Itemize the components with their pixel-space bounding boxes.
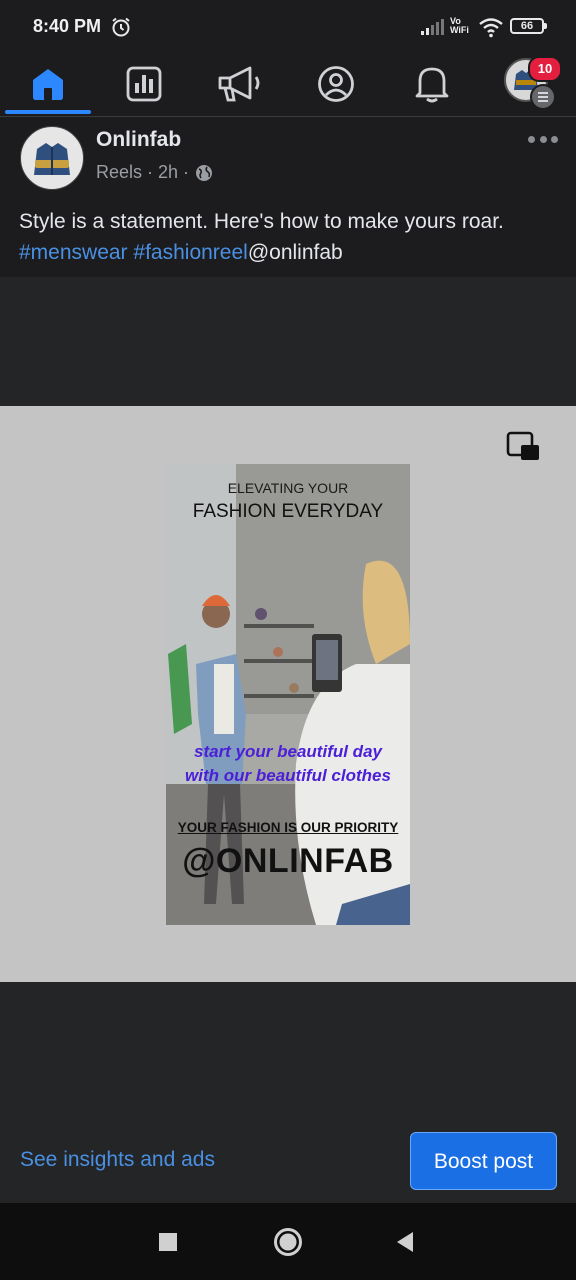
page-name[interactable]: Onlinfab: [96, 128, 181, 152]
recents-button[interactable]: [138, 1203, 198, 1280]
back-button[interactable]: [375, 1203, 435, 1280]
hashtag-fashionreel[interactable]: #fashionreel: [133, 241, 247, 264]
nav-home[interactable]: [16, 56, 80, 112]
status-bar: 8:40 PM Vo WiFi 66: [0, 0, 576, 56]
vowifi-bottom: WiFi: [450, 25, 469, 35]
home-icon: [33, 69, 63, 100]
top-nav: 10: [0, 56, 576, 117]
active-tab-indicator: [5, 110, 91, 114]
post-meta: Reels · 2h ·: [96, 162, 213, 183]
more-dot: [539, 135, 547, 143]
more-dot: [528, 135, 535, 143]
post-meta-text: Reels · 2h ·: [96, 162, 190, 182]
post-caption: Style is a statement. Here's how to make…: [19, 206, 564, 268]
home-button[interactable]: [258, 1203, 318, 1280]
signal-icon: [421, 19, 444, 35]
more-dot: [551, 135, 558, 143]
hashtag-menswear[interactable]: #menswear: [19, 241, 128, 264]
nav-account-menu[interactable]: 10: [504, 56, 562, 110]
reel-tagline1: start your beautiful day: [194, 742, 382, 761]
nav-notifications[interactable]: [400, 56, 464, 112]
page-avatar[interactable]: [20, 126, 84, 190]
reel-priority-text: YOUR FASHION IS OUR PRIORITY: [177, 820, 399, 835]
reel-handle: @ONLINFAB: [182, 842, 394, 880]
post-header: Onlinfab Reels · 2h · Style is a stateme…: [0, 117, 576, 277]
nav-profile[interactable]: [304, 56, 368, 112]
insights-icon: [126, 66, 162, 102]
reel-text-line2: FASHION EVERYDAY: [192, 501, 384, 522]
vowifi-indicator: Vo WiFi: [450, 17, 469, 35]
mention-onlinfab[interactable]: @onlinfab: [248, 241, 343, 264]
caption-text: Style is a statement. Here's how to make…: [19, 210, 504, 233]
menu-icon: [530, 84, 556, 110]
more-options-button[interactable]: [528, 133, 558, 145]
globe-icon: [196, 164, 213, 181]
profile-icon: [318, 66, 354, 102]
nav-insights[interactable]: [112, 56, 176, 112]
circle-icon: [274, 1227, 302, 1256]
notification-count-badge: 10: [528, 56, 562, 82]
status-time: 8:40 PM: [33, 16, 102, 36]
reel-video[interactable]: ELEVATING YOUR FASHION EVERYDAY start yo…: [166, 464, 410, 925]
wifi-icon: [479, 18, 503, 38]
bell-icon: [415, 67, 449, 103]
boost-post-button[interactable]: Boost post: [410, 1132, 557, 1190]
see-insights-link[interactable]: See insights and ads: [20, 1148, 215, 1172]
picture-in-picture-icon[interactable]: [505, 430, 541, 464]
nav-ads[interactable]: [208, 56, 272, 112]
back-triangle-icon: [397, 1231, 413, 1252]
reel-tagline2: with our beautiful clothes: [185, 766, 391, 785]
alarm-icon: [112, 17, 130, 37]
reel-text-line1: ELEVATING YOUR: [227, 480, 349, 496]
square-icon: [159, 1232, 177, 1251]
megaphone-icon: [218, 66, 260, 102]
battery-indicator: 66: [510, 18, 547, 34]
system-nav-bar: [0, 1203, 576, 1280]
